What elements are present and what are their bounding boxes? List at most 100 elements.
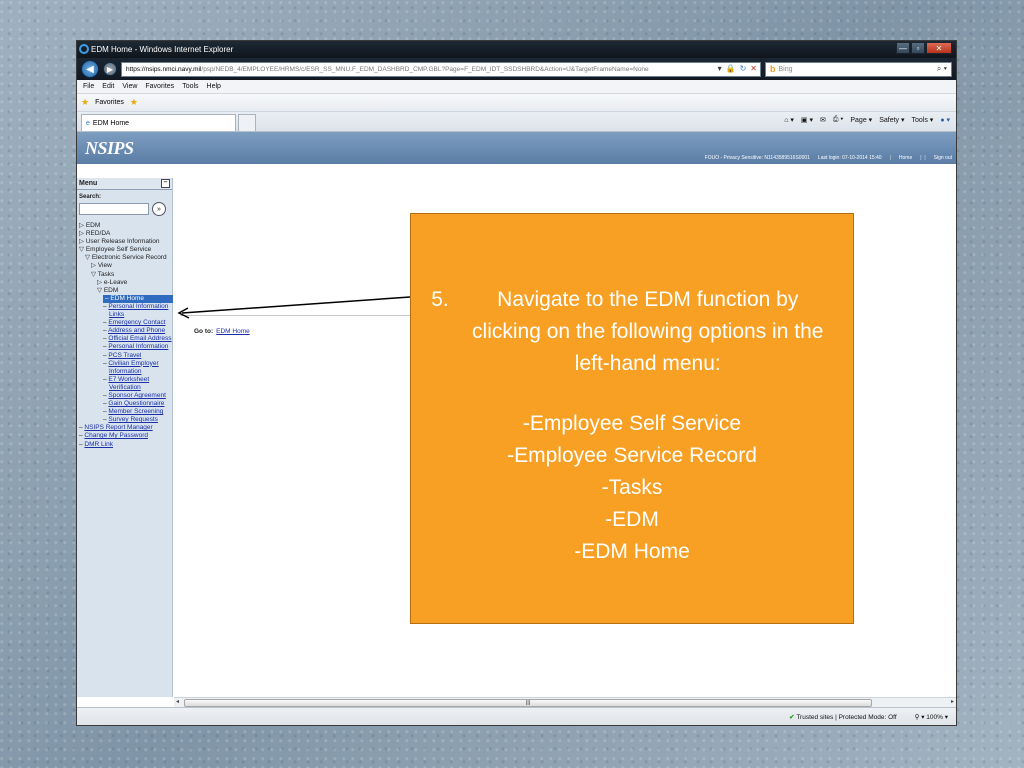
search-icon[interactable]: ⌕ ▾ [937,64,947,74]
new-tab-button[interactable] [238,114,256,131]
menu-file[interactable]: File [83,83,94,90]
sidebar-item[interactable]: – Official Email Address [77,335,172,343]
forward-button[interactable]: ▶ [103,62,117,76]
tab-edm-home[interactable]: e EDM Home [81,114,236,131]
horizontal-scrollbar[interactable]: ◂ ||| ▸ [174,697,956,707]
safety-menu[interactable]: Safety ▾ [879,116,904,124]
collapse-icon[interactable]: – [161,179,170,188]
sidebar-item[interactable]: – DMR Link [77,441,172,449]
tree-toggle-icon: ▷ [91,262,98,270]
sidebar-item[interactable]: – PCS Travel [77,352,172,360]
sidebar-item[interactable]: – Change My Password [77,432,172,440]
nsips-logo: NSIPS [85,137,134,158]
sidebar-item-label[interactable]: Address and Phone [108,327,165,334]
lock-icon[interactable]: 🔒 [726,64,736,73]
add-favorite-icon[interactable]: ★ [130,97,138,108]
tab-bar: e EDM Home ⌂ ▾ ▣ ▾ ✉ ⎙ ▾ Page ▾ Safety ▾… [77,112,956,132]
feeds-icon[interactable]: ▣ ▾ [801,116,813,124]
search-field[interactable]: b Bing ⌕ ▾ [765,61,952,77]
menu-help[interactable]: Help [207,83,221,90]
sidebar-item-label[interactable]: Change My Password [84,432,148,439]
sidebar-item[interactable]: – Gain Questionnaire [77,400,172,408]
close-button[interactable]: ✕ [926,42,952,54]
sidebar-item[interactable]: – Personal Information [77,303,172,311]
menu-edit[interactable]: Edit [102,83,114,90]
sidebar-item[interactable]: ▽ Tasks [77,271,172,279]
sidebar-item-label[interactable]: Gain Questionnaire [108,400,164,407]
scroll-right-icon[interactable]: ▸ [951,698,954,705]
refresh-icon[interactable]: ↻ [740,64,747,73]
search-go-icon[interactable]: » [152,202,166,216]
print-icon[interactable]: ⎙ ▾ [833,116,844,124]
sidebar-item[interactable]: ▷ User Release Information [77,238,172,246]
header-info: FOUO - Privacy Sensitive: N1143589516S00… [705,155,952,161]
sidebar-item[interactable]: ▷ e-Leave [77,279,172,287]
sidebar-item[interactable]: Links [77,311,172,319]
sidebar-item-label[interactable]: Personal Information [108,303,168,310]
url-host: https://nsips.nmci.navy.mil [126,65,202,73]
scroll-left-icon[interactable]: ◂ [176,698,179,705]
sidebar-item[interactable]: Verification [77,384,172,392]
minimize-button[interactable]: — [896,42,910,54]
sidebar-item[interactable]: ▷ View [77,262,172,270]
favorites-button[interactable]: Favorites [95,99,124,106]
help-icon[interactable]: ● ▾ [940,116,950,124]
sidebar-item-label[interactable]: Information [109,368,142,375]
sign-out-link[interactable]: Sign out [934,155,952,161]
menu-tools[interactable]: Tools [182,83,198,90]
step-row: 5. Navigate to the EDM function by click… [411,284,853,380]
sidebar-item-label[interactable]: Sponsor Agreement [108,392,165,399]
sidebar-item-label[interactable]: E7 Worksheet [108,376,149,383]
scroll-thumb[interactable]: ||| [184,699,872,707]
goto-edm-home-link[interactable]: EDM Home [216,328,250,335]
sidebar-item-label[interactable]: NSIPS Report Manager [84,424,152,431]
sidebar-item[interactable]: – Personal Information [77,343,172,351]
sidebar-item[interactable]: ▽ Employee Self Service [77,246,172,254]
sidebar-item-label[interactable]: Official Email Address [108,335,171,342]
menu-favorites[interactable]: Favorites [145,83,174,90]
sidebar-item[interactable]: – Civilian Employer [77,360,172,368]
sidebar-item[interactable]: – Survey Requests [77,416,172,424]
sidebar-item[interactable]: – NSIPS Report Manager [77,424,172,432]
tools-menu[interactable]: Tools ▾ [912,116,934,124]
last-login-text: Last login: 07-10-2014 15:40 [817,155,882,161]
dropdown-icon[interactable]: ▾ [718,64,722,73]
home-link[interactable]: Home [899,155,912,161]
sidebar-item-label[interactable]: Emergency Contact [108,319,165,326]
sidebar-item[interactable]: ▽ Electronic Service Record [77,254,172,262]
maximize-button[interactable]: ▫ [911,42,925,54]
page-icon: e [86,119,90,127]
home-icon[interactable]: ⌂ ▾ [784,116,794,124]
page-menu[interactable]: Page ▾ [850,116,872,124]
mail-icon[interactable]: ✉ [820,116,826,124]
sidebar-item-label[interactable]: Civilian Employer [108,360,158,367]
stop-icon[interactable]: ✕ [750,64,757,73]
sidebar-item-label[interactable]: PCS Travel [108,352,141,359]
step-text: Navigate to the EDM function by clicking… [472,288,824,375]
sidebar-item[interactable]: – EDM Home [77,294,173,303]
sidebar-item[interactable]: ▽ EDM [77,287,172,295]
zoom-control[interactable]: ⚲ ▾ 100% ▾ [915,713,948,721]
sidebar-item-label[interactable]: Survey Requests [108,416,158,423]
sidebar-item-label[interactable]: DMR Link [84,441,113,448]
menu-view[interactable]: View [122,83,137,90]
sidebar-item-label[interactable]: Personal Information [108,343,168,350]
sidebar-item[interactable]: – Member Screening [77,408,172,416]
sidebar-item[interactable]: – E7 Worksheet [77,376,172,384]
sidebar-item[interactable]: Information [77,368,172,376]
sidebar-item-label[interactable]: Member Screening [108,408,163,415]
url-field[interactable]: https://nsips.nmci.navy.mil/psp/NEDB_4/E… [121,61,761,77]
sidebar-item-label[interactable]: Verification [109,384,141,391]
address-bar: ◀ ▶ https://nsips.nmci.navy.mil/psp/NEDB… [77,58,956,80]
sidebar-item-label[interactable]: Links [109,311,124,318]
favorites-star-icon[interactable]: ★ [81,97,89,108]
sidebar-item[interactable]: – Emergency Contact [77,319,172,327]
sidebar-item[interactable]: ▷ RED/DA [77,230,172,238]
back-button[interactable]: ◀ [81,60,99,78]
menu-search-input[interactable] [79,203,149,215]
sidebar-item[interactable]: – Sponsor Agreement [77,392,172,400]
security-zone: ✔ Trusted sites | Protected Mode: Off [789,713,896,721]
sidebar-item[interactable]: ▷ EDM [77,222,172,230]
sidebar-item[interactable]: – Address and Phone [77,327,172,335]
